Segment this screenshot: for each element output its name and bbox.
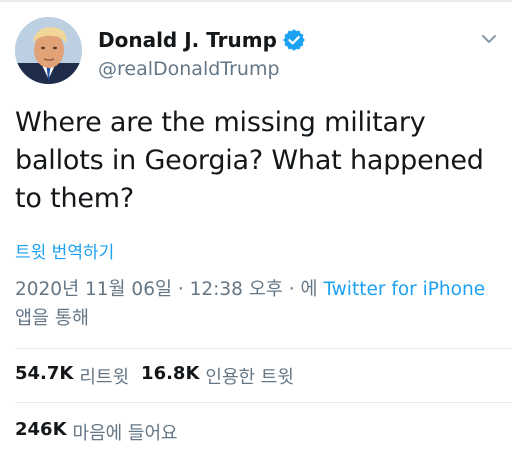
likes-label: 마음에 들어요 bbox=[72, 423, 178, 444]
stats-divider-bottom bbox=[15, 402, 512, 403]
translate-tweet-link[interactable]: 트윗 번역하기 bbox=[15, 238, 114, 263]
retweets-stat[interactable]: 54.7K 리트윗 bbox=[15, 363, 129, 389]
quote-tweets-stat[interactable]: 16.8K 인용한 트윗 bbox=[141, 363, 294, 389]
meta-separator: · bbox=[171, 279, 190, 300]
stats-divider-top bbox=[15, 348, 512, 349]
tweet-time[interactable]: 12:38 오후 bbox=[190, 279, 283, 300]
tweet-metadata: 2020년 11월 06일 · 12:38 오후 · 에 Twitter for… bbox=[15, 275, 495, 333]
likes-count: 246K bbox=[15, 419, 67, 440]
author-display-name[interactable]: Donald J. Trump bbox=[98, 28, 277, 52]
likes-stat[interactable]: 246K 마음에 들어요 bbox=[15, 419, 178, 445]
retweets-label: 리트윗 bbox=[79, 367, 130, 388]
author-handle[interactable]: @realDonaldTrump bbox=[98, 58, 280, 80]
source-app-link[interactable]: Twitter for iPhone bbox=[323, 279, 485, 300]
quote-tweets-count: 16.8K bbox=[141, 363, 200, 384]
top-divider bbox=[0, 0, 512, 2]
meta-separator-via: · 에 bbox=[282, 279, 324, 300]
avatar-photo bbox=[15, 17, 82, 84]
tweet-date[interactable]: 2020년 11월 06일 bbox=[15, 279, 172, 300]
quote-tweets-label: 인용한 트윗 bbox=[205, 367, 294, 388]
author-name-row[interactable]: Donald J. Trump bbox=[98, 25, 305, 55]
avatar[interactable] bbox=[15, 17, 82, 84]
verified-badge-icon bbox=[283, 29, 305, 51]
tweet-card: Donald J. Trump @realDonaldTrump Where a… bbox=[0, 0, 512, 462]
chevron-down-icon[interactable] bbox=[480, 30, 498, 48]
source-app-suffix: 앱을 통해 bbox=[15, 308, 89, 329]
engagement-stats: 54.7K 리트윗 16.8K 인용한 트윗 bbox=[15, 363, 294, 389]
retweets-count: 54.7K bbox=[15, 363, 74, 384]
tweet-text: Where are the missing military ballots i… bbox=[15, 107, 484, 214]
